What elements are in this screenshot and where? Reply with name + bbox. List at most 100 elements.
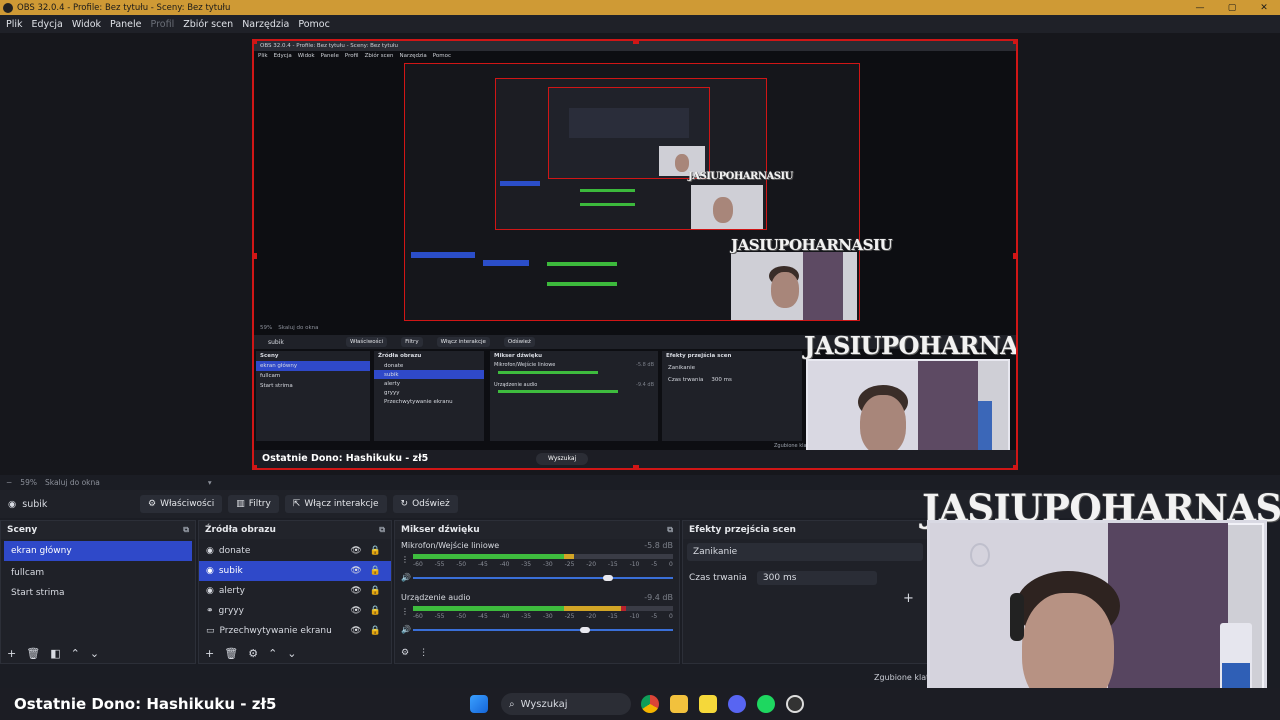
transition-select[interactable]: Zanikanie: [687, 543, 923, 561]
menu-item-profil[interactable]: Profil: [151, 19, 175, 30]
menu-item-widok[interactable]: Widok: [72, 19, 101, 30]
source-item[interactable]: ▭ Przechwytywanie ekranu 👁 🔒: [199, 621, 391, 641]
sources-dock: Źródła obrazu ⧉ ◉ donate 👁 🔒 ◉ subik 👁 🔒 ◉ al…: [198, 520, 392, 664]
browser-source-icon: ◉: [206, 566, 214, 576]
menu-item-edycja[interactable]: Edycja: [32, 19, 63, 30]
scene-item[interactable]: Start strima: [4, 583, 192, 603]
windows-start-icon[interactable]: [470, 695, 488, 713]
obs-taskbar-icon[interactable]: [786, 695, 804, 713]
add-transition-button[interactable]: +: [903, 591, 914, 606]
source-label: gryyy: [218, 606, 244, 616]
maximize-button[interactable]: ▢: [1216, 3, 1248, 13]
nested-menu-item: Panele: [320, 53, 339, 59]
remove-source-button[interactable]: 🗑: [224, 647, 238, 660]
selected-source-preview[interactable]: OBS 32.0.4 - Profile: Bez tytułu - Sceny…: [252, 39, 1018, 470]
search-icon: ⌕: [509, 698, 515, 710]
menu-item-panele[interactable]: Panele: [110, 19, 141, 30]
spotify-icon[interactable]: [757, 695, 775, 713]
mixer-toolbar: ⚙ ⋮: [395, 643, 679, 663]
chevron-down-icon[interactable]: ▾: [208, 478, 212, 487]
audio-settings-icon[interactable]: ⚙: [401, 648, 409, 658]
meter-scale: -60 -55 -50 -45 -40 -35 -30 -25 -20 -15 -10 -5 0: [413, 613, 673, 620]
browser-source-icon: ◉: [206, 546, 214, 556]
nested-source-item: subik: [374, 370, 484, 379]
mixer-menu-icon[interactable]: ⋮: [419, 648, 428, 658]
transitions-title: Efekty przejścia scen: [689, 525, 796, 535]
nested-mixer-title: Mikser dźwięku: [494, 353, 543, 359]
eye-icon[interactable]: 👁: [350, 586, 361, 596]
eye-icon[interactable]: 👁: [350, 546, 361, 556]
scene-item[interactable]: ekran główny: [4, 541, 192, 561]
properties-button[interactable]: ⚙ Właściwości: [140, 495, 223, 513]
menu-item-narzedzia[interactable]: Narzędzia: [242, 19, 289, 30]
interact-label: Włącz interakcje: [304, 499, 379, 509]
eye-icon[interactable]: 👁: [350, 606, 361, 616]
source-label: alerty: [218, 586, 245, 596]
audio-mixer-dock: Mikser dźwięku ⧉ Mikrofon/Wejście liniow…: [394, 520, 680, 664]
source-item[interactable]: ◉ subik 👁 🔒: [199, 561, 391, 581]
nested-scenes-dock: Sceny ekran główny fullcam Start strima: [256, 351, 370, 441]
lock-icon[interactable]: 🔒: [370, 586, 381, 596]
eye-icon[interactable]: 👁: [350, 626, 361, 636]
file-explorer-icon[interactable]: [670, 695, 688, 713]
speaker-icon[interactable]: 🔊: [401, 625, 411, 634]
recursive-preview-1: JASIUPOHARNASIU JASIUPOHARNASIU: [404, 63, 893, 321]
channel-menu-icon[interactable]: ⋮: [401, 607, 409, 616]
lock-icon[interactable]: 🔒: [370, 546, 381, 556]
duration-input[interactable]: 300 ms: [756, 571, 877, 585]
speaker-icon[interactable]: 🔊: [401, 573, 411, 582]
taskbar-search[interactable]: ⌕ Wyszukaj: [501, 693, 631, 715]
source-item[interactable]: ◉ alerty 👁 🔒: [199, 581, 391, 601]
watermark-nested: JASIUPOHARNASIU: [804, 331, 1018, 360]
move-down-button[interactable]: ⌄: [90, 647, 99, 660]
minimize-button[interactable]: —: [1184, 3, 1216, 13]
mixer-channel-mic: Mikrofon/Wejście liniowe -5.8 dB ⋮ -60 -5…: [395, 539, 679, 591]
menu-item-zbior-scen[interactable]: Zbiór scen: [183, 19, 233, 30]
source-item[interactable]: ◉ donate 👁 🔒: [199, 541, 391, 561]
menu-item-plik[interactable]: Plik: [6, 19, 23, 30]
move-up-button[interactable]: ⌃: [268, 647, 277, 660]
source-item[interactable]: ⚭ gryyy 👁 🔒: [199, 601, 391, 621]
nested-mixer-ch1: Mikrofon/Wejście liniowe: [494, 362, 556, 368]
add-scene-button[interactable]: +: [7, 647, 16, 660]
refresh-button[interactable]: ↻ Odśwież: [392, 495, 458, 513]
scale-to-window-select[interactable]: Skaluj do okna: [45, 478, 100, 487]
scene-item[interactable]: fullcam: [4, 563, 192, 583]
nested-filters: Filtry: [401, 337, 423, 347]
nested-mixer-ch2: Urządzenie audio: [494, 382, 538, 388]
monitor-icon: ▭: [206, 626, 215, 636]
sticky-notes-icon[interactable]: [699, 695, 717, 713]
dock-float-icon[interactable]: ⧉: [667, 525, 673, 535]
zoom-out-button[interactable]: −: [6, 478, 12, 487]
nested-mixer-ch2-db: -9.4 dB: [636, 382, 654, 388]
menu-bar: Plik Edycja Widok Panele Profil Zbiór sc…: [0, 15, 1280, 33]
lock-icon[interactable]: 🔒: [370, 606, 381, 616]
discord-icon[interactable]: [728, 695, 746, 713]
channel-menu-icon[interactable]: ⋮: [401, 555, 409, 564]
menu-item-pomoc[interactable]: Pomoc: [298, 19, 330, 30]
volume-slider[interactable]: [413, 575, 673, 581]
remove-scene-button[interactable]: 🗑: [26, 647, 40, 660]
scene-filters-button[interactable]: ◧: [50, 647, 60, 660]
lock-icon[interactable]: 🔒: [370, 566, 381, 576]
nested-mixer-ch1-db: -5.8 dB: [636, 362, 654, 368]
nested-refresh: Odśwież: [503, 337, 535, 347]
source-properties-button[interactable]: ⚙: [248, 647, 258, 660]
dock-float-icon[interactable]: ⧉: [183, 525, 189, 535]
move-up-button[interactable]: ⌃: [71, 647, 80, 660]
filters-button[interactable]: ▥ Filtry: [228, 495, 279, 513]
webcam-mini-1: [731, 252, 857, 320]
eye-icon[interactable]: 👁: [350, 566, 361, 576]
dock-float-icon[interactable]: ⧉: [379, 525, 385, 535]
chrome-icon[interactable]: [641, 695, 659, 713]
volume-slider[interactable]: [413, 627, 673, 633]
close-button[interactable]: ✕: [1248, 3, 1280, 13]
lock-icon[interactable]: 🔒: [370, 626, 381, 636]
volume-slider-handle[interactable]: [603, 575, 613, 581]
source-label: donate: [218, 546, 251, 556]
move-down-button[interactable]: ⌄: [287, 647, 296, 660]
interact-button[interactable]: ⇱ Włącz interakcje: [284, 495, 387, 513]
watermark-mini-1: JASIUPOHARNASIU: [731, 236, 893, 254]
add-source-button[interactable]: +: [205, 647, 214, 660]
volume-slider-handle[interactable]: [579, 627, 590, 633]
